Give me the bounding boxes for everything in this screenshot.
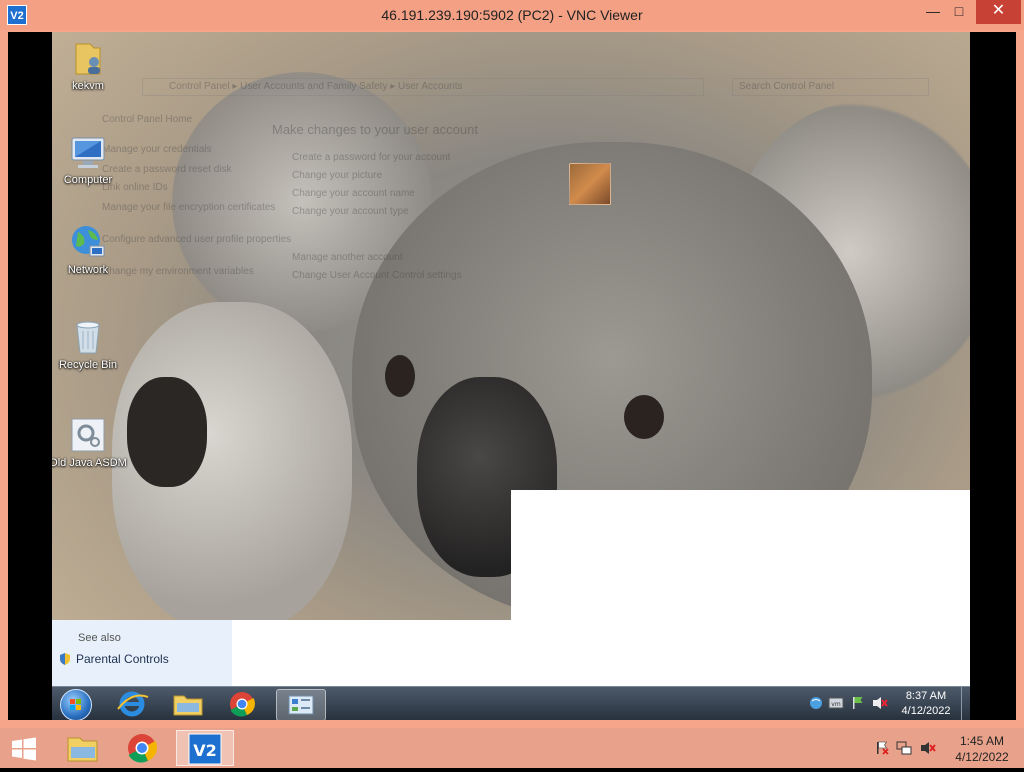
user-folder-icon: [75, 43, 101, 75]
windows-start-icon[interactable]: [10, 737, 38, 761]
user-account-picture[interactable]: [569, 163, 611, 205]
remote-desktop[interactable]: Control Panel ▸ User Accounts and Family…: [52, 32, 970, 720]
ghost-right-link: Change your account name: [292, 188, 415, 199]
vmware-tools-icon[interactable]: vm: [828, 695, 844, 711]
ghost-search-placeholder: Search Control Panel: [739, 81, 835, 92]
svg-text:V2: V2: [193, 741, 217, 760]
maximize-button[interactable]: □: [946, 0, 972, 24]
local-taskbar-vnc-viewer[interactable]: V2: [176, 730, 234, 766]
recycle-bin-icon: [76, 321, 100, 354]
volume-muted-icon[interactable]: [920, 740, 936, 756]
see-also-heading: See also: [78, 632, 121, 644]
java-app-icon: [71, 418, 105, 452]
ghost-address-bar: Control Panel ▸ User Accounts and Family…: [142, 78, 704, 96]
ghost-left-link: Configure advanced user profile properti…: [102, 234, 291, 245]
ghost-left-link: Manage your file encryption certificates: [102, 202, 276, 213]
action-center-flag-icon[interactable]: [850, 695, 866, 711]
computer-icon: [71, 137, 105, 168]
wallpaper-eye-right: [624, 395, 664, 439]
ghost-right-link: Change your picture: [292, 170, 383, 181]
local-clock[interactable]: 1:45 AM 4/12/2022: [946, 733, 1018, 765]
minimize-button[interactable]: —: [920, 0, 946, 24]
desktop-icon-recycle-bin[interactable]: Recycle Bin: [52, 317, 128, 371]
remote-clock[interactable]: 8:37 AM 4/12/2022: [896, 689, 956, 719]
close-button[interactable]: ✕: [976, 0, 1021, 24]
taskbar-internet-explorer[interactable]: [110, 689, 154, 719]
volume-muted-icon[interactable]: [872, 695, 888, 711]
ghost-left-link: Control Panel Home: [102, 114, 193, 125]
parental-controls-label: Parental Controls: [76, 652, 169, 666]
wallpaper-eye-left: [385, 355, 415, 397]
window-title: 46.191.239.190:5902 (PC2) - VNC Viewer: [381, 7, 643, 23]
desktop-icon-kekvm[interactable]: kekvm: [52, 38, 128, 92]
local-taskbar: V2 1:45 AM 4/12/2022: [0, 728, 1024, 768]
remote-start-button[interactable]: [60, 689, 92, 720]
ghost-right-link: Change your account type: [292, 206, 409, 217]
chrome-icon: [128, 734, 158, 763]
vnc-viewer-icon: V2: [188, 733, 222, 765]
taskbar-control-panel[interactable]: [276, 689, 326, 720]
taskbar-chrome[interactable]: [220, 689, 264, 719]
desktop-icon-old-java-asdm[interactable]: Old Java ASDM: [52, 415, 128, 469]
desktop-icon-label: Old Java ASDM: [52, 457, 127, 469]
desktop-icon-label: Network: [67, 264, 109, 276]
ghost-control-panel: Control Panel ▸ User Accounts and Family…: [102, 52, 932, 312]
folder-icon: [67, 737, 98, 762]
network-status-icon[interactable]: [808, 695, 824, 711]
uac-shield-icon: [60, 653, 70, 665]
local-time: 1:45 AM: [959, 734, 1005, 748]
ghost-address-text: Control Panel ▸ User Accounts and Family…: [169, 81, 463, 92]
ghost-heading: Make changes to your user account: [272, 122, 478, 137]
remote-time: 8:37 AM: [905, 690, 947, 702]
internet-explorer-icon: [117, 691, 149, 717]
taskbar-windows-explorer[interactable]: [166, 689, 210, 719]
vnc-remote-view[interactable]: Control Panel ▸ User Accounts and Family…: [8, 32, 1016, 720]
local-date: 4/12/2022: [955, 750, 1009, 764]
svg-text:vm: vm: [831, 701, 841, 708]
vnc-viewer-window: V2 46.191.239.190:5902 (PC2) - VNC Viewe…: [0, 0, 1024, 728]
remote-date: 4/12/2022: [901, 705, 951, 717]
network-icon[interactable]: [896, 740, 912, 756]
desktop-icon-network[interactable]: Network: [52, 222, 128, 276]
ghost-right-link: Manage another account: [292, 252, 403, 263]
network-globe-icon: [72, 226, 105, 257]
remote-taskbar: vm 8:37 AM 4/12/2022: [52, 686, 970, 720]
desktop-icon-computer[interactable]: Computer: [52, 132, 128, 186]
local-taskbar-file-explorer[interactable]: [54, 730, 110, 766]
vnc-titlebar[interactable]: V2 46.191.239.190:5902 (PC2) - VNC Viewe…: [0, 0, 1024, 30]
parental-controls-link[interactable]: Parental Controls: [58, 652, 169, 666]
folder-icon: [173, 695, 203, 716]
desktop-icon-label: Recycle Bin: [58, 359, 118, 371]
wallpaper-claw: [127, 377, 207, 487]
desktop-icon-label: kekvm: [72, 80, 104, 92]
ghost-search-box: Search Control Panel: [732, 78, 929, 96]
local-taskbar-chrome[interactable]: [114, 730, 170, 766]
ghost-right-link: Change User Account Control settings: [292, 270, 462, 281]
remote-show-desktop-button[interactable]: [961, 687, 970, 720]
chrome-icon: [230, 692, 255, 717]
action-center-flag-icon[interactable]: [874, 740, 890, 756]
unrendered-area: [511, 490, 970, 686]
control-panel-icon: [288, 695, 314, 715]
ghost-right-link: Create a password for your account: [292, 152, 451, 163]
remote-system-tray: vm: [804, 695, 890, 713]
local-system-tray: [870, 740, 940, 758]
desktop-icon-label: Computer: [63, 174, 113, 186]
windows-logo-icon: [70, 699, 81, 710]
